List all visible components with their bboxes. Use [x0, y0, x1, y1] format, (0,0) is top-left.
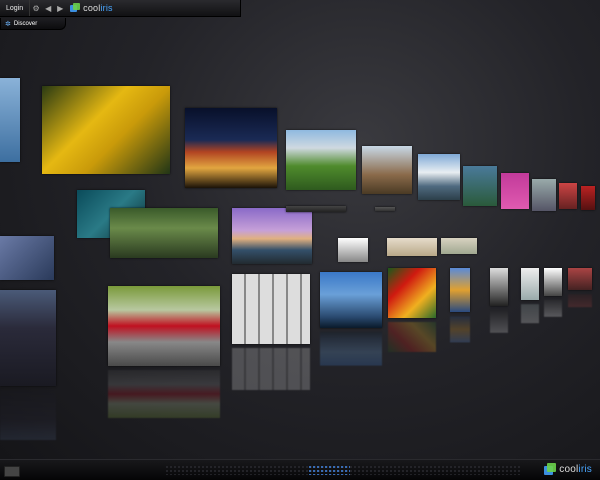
photo-thumbnail[interactable] [42, 86, 170, 174]
photo-thumbnail[interactable] [544, 268, 562, 296]
discover-tab[interactable]: ✲ Discover [0, 18, 66, 30]
photo-reflection [0, 390, 56, 440]
back-arrow-icon[interactable]: ◀ [42, 0, 54, 16]
photo-thumbnail[interactable] [532, 179, 556, 211]
photo-reflection [108, 370, 220, 418]
photo-thumbnail[interactable] [568, 268, 592, 290]
photo-thumbnail[interactable] [108, 286, 220, 366]
photo-reflection [232, 348, 310, 390]
cooliris-logo-icon [70, 3, 81, 13]
footer-brand-cool: cool [559, 463, 579, 475]
photo-reflection [490, 310, 508, 333]
photo-thumbnail[interactable] [110, 208, 218, 258]
photo-thumbnail[interactable] [362, 146, 412, 194]
brand-cool: cool [83, 3, 101, 13]
photo-thumbnail[interactable] [286, 130, 356, 190]
photo-reflection [450, 316, 470, 343]
bottom-toolbar: cooliris [0, 459, 600, 480]
photo-thumbnail[interactable] [559, 183, 577, 209]
photo-thumbnail[interactable] [450, 268, 470, 312]
photo-reflection [521, 304, 539, 324]
photo-thumbnail[interactable] [320, 272, 382, 328]
photo-thumbnail[interactable] [185, 108, 277, 188]
photo-thumbnail[interactable] [0, 78, 20, 162]
footer-brand-iris: iris [578, 463, 592, 475]
photo-reflection [544, 300, 562, 317]
discover-label: Discover [13, 20, 38, 27]
photo-reflection [320, 332, 382, 366]
brand-logo: cooliris [70, 3, 113, 13]
photo-thumbnail[interactable] [232, 208, 312, 264]
photo-thumbnail[interactable] [581, 186, 595, 210]
photo-reflection [568, 294, 592, 308]
photo-thumbnail[interactable] [441, 238, 477, 254]
photo-thumbnail[interactable] [232, 274, 310, 344]
photo-thumbnail[interactable] [375, 207, 395, 211]
photo-thumbnail[interactable] [490, 268, 508, 306]
photo-thumbnail[interactable] [388, 268, 436, 318]
photo-thumbnail[interactable] [387, 238, 437, 256]
photo-thumbnail[interactable] [0, 290, 56, 386]
forward-arrow-icon[interactable]: ▶ [54, 0, 66, 16]
cooliris-logo-icon [544, 463, 557, 475]
photo-thumbnail[interactable] [463, 166, 497, 206]
photo-thumbnail[interactable] [338, 238, 368, 262]
login-button[interactable]: Login [0, 0, 31, 16]
photo-reflection [388, 322, 436, 352]
photo-thumbnail[interactable] [286, 206, 346, 212]
top-toolbar: Login ⚙ ◀ ▶ cooliris [0, 0, 241, 17]
discover-icon: ✲ [5, 20, 11, 28]
photo-thumbnail[interactable] [521, 268, 539, 300]
footer-brand-logo: cooliris [544, 463, 592, 475]
photo-thumbnail[interactable] [418, 154, 460, 200]
fullscreen-button[interactable] [4, 466, 20, 477]
gear-icon[interactable]: ⚙ [30, 0, 42, 16]
scrubber-position[interactable] [308, 465, 350, 475]
photo-thumbnail[interactable] [0, 236, 54, 280]
brand-iris: iris [100, 3, 113, 13]
photo-thumbnail[interactable] [501, 173, 529, 209]
